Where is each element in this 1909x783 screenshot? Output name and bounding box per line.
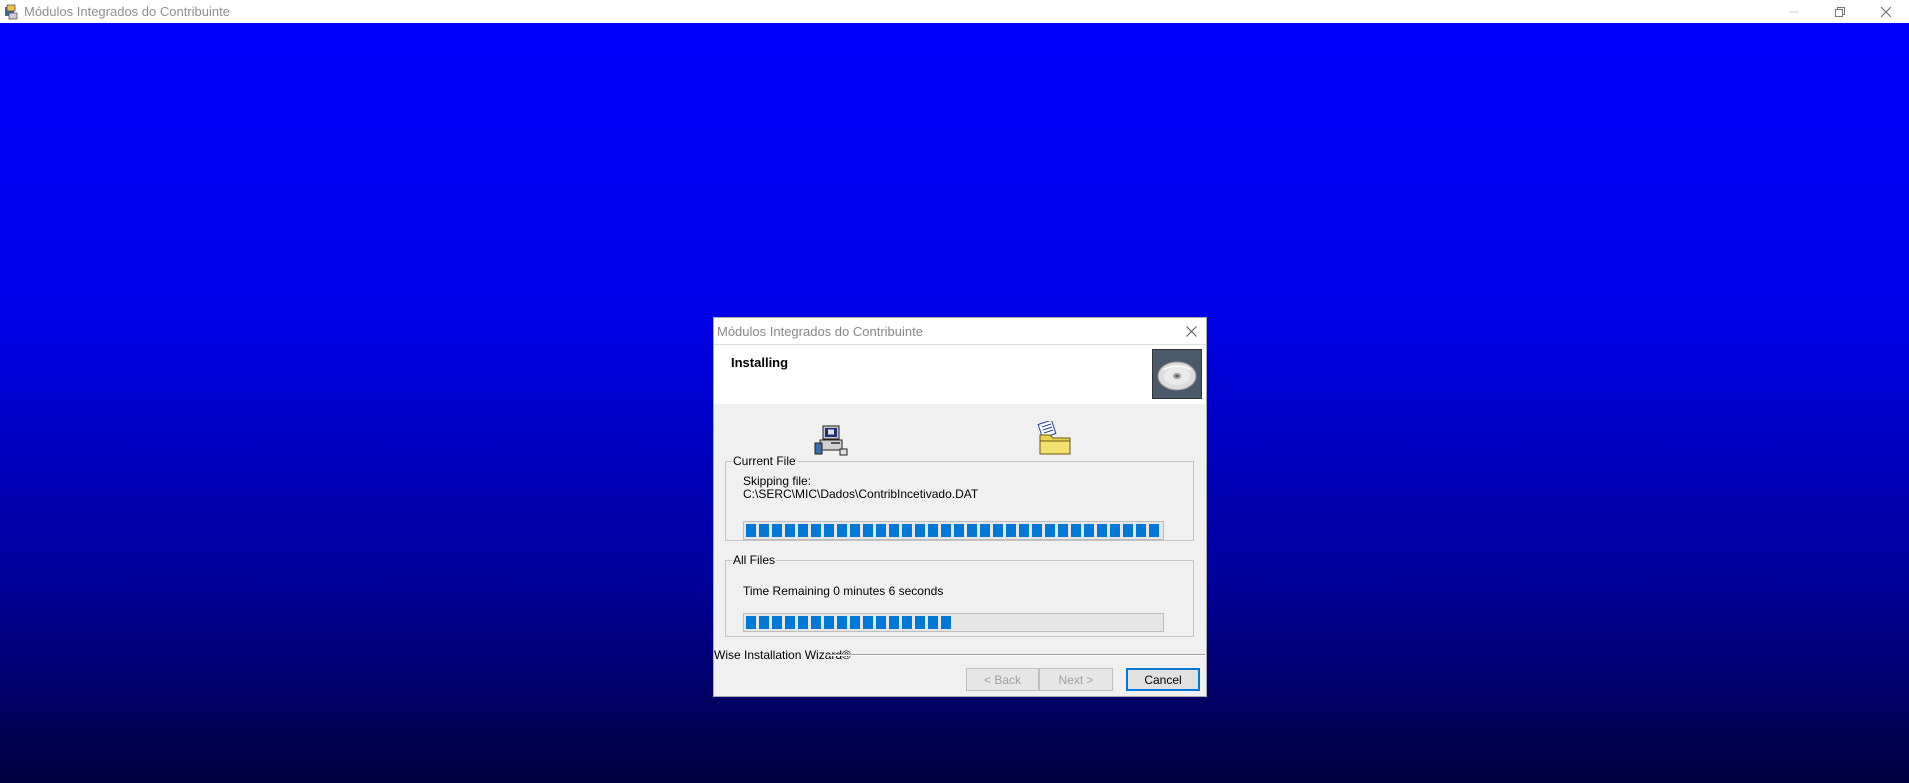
close-window-button[interactable] bbox=[1863, 0, 1909, 23]
folder-files-icon bbox=[1037, 421, 1071, 455]
next-button[interactable]: Next > bbox=[1039, 668, 1113, 691]
computer-icon bbox=[814, 425, 848, 456]
main-title-bar: Módulos Integrados do Contribuinte bbox=[0, 0, 1909, 23]
cancel-button[interactable]: Cancel bbox=[1126, 668, 1200, 691]
installing-dialog: Módulos Integrados do Contribuinte Insta… bbox=[713, 317, 1207, 697]
back-button[interactable]: < Back bbox=[966, 668, 1039, 691]
close-icon bbox=[1881, 6, 1891, 17]
all-files-progress-fill bbox=[746, 616, 951, 629]
all-files-progress-bar bbox=[743, 613, 1164, 632]
time-remaining-text: Time Remaining 0 minutes 6 seconds bbox=[743, 584, 944, 598]
current-file-progress-fill bbox=[746, 524, 1159, 537]
dialog-title: Módulos Integrados do Contribuinte bbox=[717, 323, 923, 339]
current-file-path: C:\SERC\MIC\Dados\ContribIncetivado.DAT bbox=[743, 487, 979, 501]
minimize-button[interactable] bbox=[1771, 0, 1817, 23]
page-heading: Installing bbox=[731, 355, 789, 370]
dialog-header: Installing bbox=[714, 344, 1206, 404]
main-window-title: Módulos Integrados do Contribuinte bbox=[24, 4, 230, 19]
footer-divider bbox=[827, 654, 1205, 656]
restore-button[interactable] bbox=[1817, 0, 1863, 23]
current-file-status: Skipping file: bbox=[743, 474, 812, 488]
minimize-icon bbox=[1789, 11, 1799, 12]
installer-background: Módulos Integrados do Contribuinte Módul… bbox=[0, 0, 1909, 783]
cd-disc-icon bbox=[1152, 349, 1202, 399]
app-icon bbox=[5, 4, 18, 19]
dialog-title-bar: Módulos Integrados do Contribuinte bbox=[714, 318, 1206, 344]
restore-icon bbox=[1835, 6, 1845, 17]
current-file-legend: Current File bbox=[733, 454, 796, 468]
dialog-close-button[interactable] bbox=[1182, 322, 1200, 340]
current-file-progress-bar bbox=[743, 521, 1164, 540]
close-icon bbox=[1185, 325, 1197, 337]
all-files-legend: All Files bbox=[733, 553, 776, 567]
